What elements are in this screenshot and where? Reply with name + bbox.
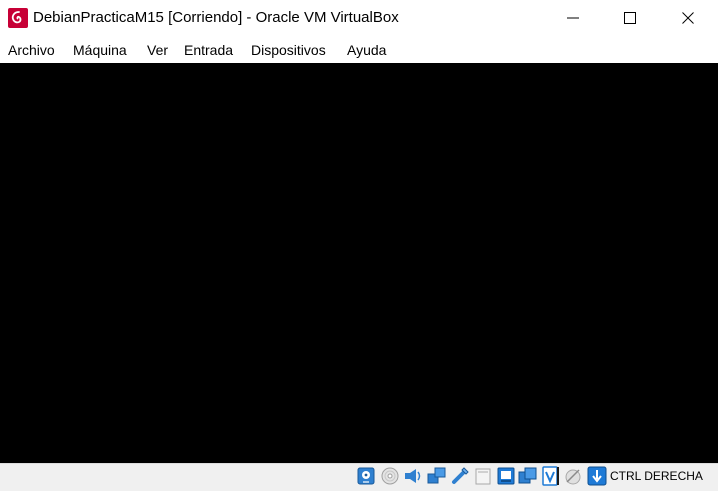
network-icon[interactable] [427,466,447,486]
audio-icon[interactable] [403,466,423,486]
cpu-icon[interactable] [540,466,560,486]
vm-display[interactable] [0,63,718,463]
maximize-button[interactable] [607,0,653,36]
menu-dispositivos[interactable]: Dispositivos [251,42,326,59]
menu-bar: Archivo Máquina Ver Entrada Dispositivos… [0,38,718,62]
debian-swirl-icon [8,8,28,28]
close-button[interactable] [665,0,711,36]
optical-drive-icon[interactable] [380,466,400,486]
close-icon [682,12,694,24]
video-capture-icon[interactable] [518,466,538,486]
maximize-icon [624,12,636,24]
window-title: DebianPracticaM15 [Corriendo] - Oracle V… [33,9,399,26]
menu-entrada[interactable]: Entrada [184,42,233,59]
display-icon[interactable] [496,466,516,486]
hard-disk-icon[interactable] [356,466,376,486]
usb-icon[interactable] [450,466,470,486]
host-key-label: CTRL DERECHA [610,469,703,483]
mouse-integration-icon[interactable] [563,466,583,486]
shared-folders-icon[interactable] [473,466,493,486]
menu-ayuda[interactable]: Ayuda [347,42,386,59]
minimize-button[interactable] [550,0,596,36]
minimize-icon [567,17,579,19]
menu-ver[interactable]: Ver [147,42,168,59]
menu-archivo[interactable]: Archivo [8,42,55,59]
keyboard-capture-icon[interactable] [587,466,607,486]
menu-maquina[interactable]: Máquina [73,42,127,59]
title-bar[interactable]: DebianPracticaM15 [Corriendo] - Oracle V… [0,0,718,36]
